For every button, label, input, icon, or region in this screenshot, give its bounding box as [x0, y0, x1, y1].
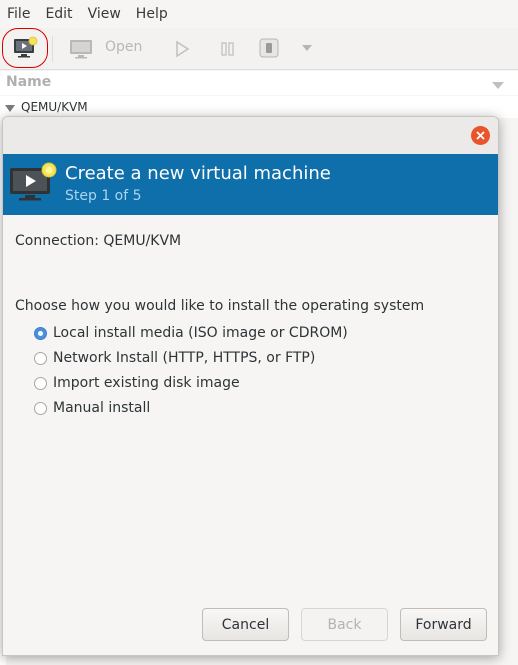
- dialog-title: Create a new virtual machine: [65, 163, 331, 184]
- expander-icon[interactable]: [5, 102, 15, 116]
- toolbar: Open: [0, 28, 518, 70]
- option-network-install-label[interactable]: Network Install (HTTP, HTTPS, or FTP): [53, 350, 315, 366]
- option-local-install[interactable]: Local install media (ISO image or CDROM): [34, 325, 348, 341]
- run-icon[interactable]: [172, 39, 192, 59]
- option-import-disk-label[interactable]: Import existing disk image: [53, 375, 240, 391]
- new-vm-dialog: Create a new virtual machine Step 1 of 5…: [2, 116, 499, 656]
- option-import-disk[interactable]: Import existing disk image: [34, 375, 240, 391]
- install-method-question: Choose how you would like to install the…: [15, 298, 425, 314]
- new-vm-button[interactable]: [2, 28, 48, 68]
- menu-file[interactable]: File: [0, 6, 38, 22]
- open-button-label[interactable]: Open: [105, 39, 142, 55]
- radio-network-install[interactable]: [34, 351, 47, 365]
- vm-list-header: Name: [0, 71, 518, 95]
- connection-row-label: QEMU/KVM: [21, 100, 88, 114]
- dialog-banner: Create a new virtual machine Step 1 of 5: [3, 154, 498, 215]
- option-network-install[interactable]: Network Install (HTTP, HTTPS, or FTP): [34, 350, 315, 366]
- menubar: File Edit View Help: [0, 0, 518, 28]
- sort-chevron-icon[interactable]: [492, 78, 504, 94]
- menu-view[interactable]: View: [81, 6, 129, 22]
- close-icon: [476, 131, 485, 140]
- column-name[interactable]: Name: [6, 74, 51, 90]
- menu-help[interactable]: Help: [129, 6, 176, 22]
- radio-local-install[interactable]: [34, 326, 47, 340]
- cancel-button[interactable]: Cancel: [202, 608, 289, 641]
- forward-button[interactable]: Forward: [400, 608, 487, 641]
- option-local-install-label[interactable]: Local install media (ISO image or CDROM): [53, 325, 348, 341]
- close-button[interactable]: [471, 126, 490, 145]
- virtual-machine-icon: [10, 162, 57, 201]
- option-manual-install-label[interactable]: Manual install: [53, 400, 150, 416]
- toolbar-separator: [52, 36, 53, 62]
- radio-import-disk[interactable]: [34, 376, 47, 390]
- dialog-titlebar[interactable]: [3, 117, 498, 155]
- menu-edit[interactable]: Edit: [38, 6, 80, 22]
- pause-icon[interactable]: [218, 39, 238, 59]
- open-icon[interactable]: [68, 38, 94, 60]
- step-indicator: Step 1 of 5: [65, 188, 142, 204]
- back-button[interactable]: Back: [301, 608, 388, 641]
- radio-manual-install[interactable]: [34, 401, 47, 415]
- connection-label: Connection: QEMU/KVM: [15, 233, 182, 249]
- new-vm-icon: [14, 36, 38, 58]
- shutdown-menu-chevron-icon[interactable]: [300, 41, 314, 55]
- option-manual-install[interactable]: Manual install: [34, 400, 150, 416]
- connection-row[interactable]: QEMU/KVM: [0, 96, 518, 118]
- shutdown-icon[interactable]: [258, 37, 280, 59]
